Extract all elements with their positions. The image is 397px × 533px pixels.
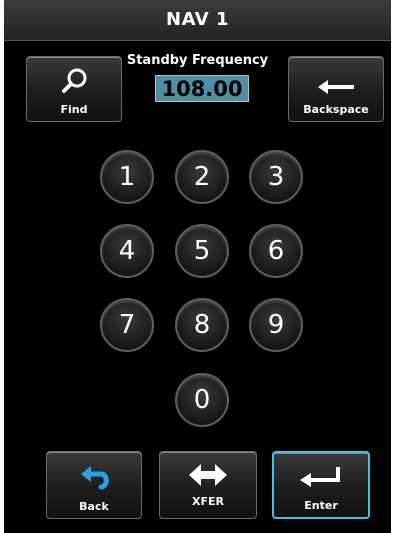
key-6[interactable]: 6: [249, 224, 303, 278]
backspace-button-label: Backspace: [303, 103, 369, 116]
page-title: NAV 1: [166, 9, 229, 30]
xfer-button[interactable]: XFER: [159, 451, 257, 519]
enter-button[interactable]: Enter: [272, 451, 370, 519]
key-7-label: 7: [118, 310, 136, 340]
arrow-left-icon: [318, 80, 354, 94]
key-1-label: 1: [118, 162, 136, 192]
key-1[interactable]: 1: [100, 150, 154, 204]
key-2-label: 2: [193, 162, 211, 192]
xfer-button-label: XFER: [192, 495, 224, 508]
backspace-button[interactable]: Backspace: [288, 56, 384, 122]
back-button[interactable]: Back: [46, 451, 142, 519]
standby-frequency-field[interactable]: 108.00: [155, 75, 249, 102]
find-button-label: Find: [60, 103, 88, 116]
key-3[interactable]: 3: [249, 150, 303, 204]
key-9[interactable]: 9: [249, 298, 303, 352]
key-9-label: 9: [267, 310, 285, 340]
enter-icon: [300, 467, 340, 487]
back-arrow-icon: [81, 466, 109, 490]
key-7[interactable]: 7: [100, 298, 154, 352]
key-8[interactable]: 8: [175, 298, 229, 352]
nav-screen: NAV 1 Find Standby Frequency 108.00 Back…: [4, 0, 391, 533]
key-3-label: 3: [267, 162, 285, 192]
key-8-label: 8: [193, 310, 211, 340]
enter-button-label: Enter: [304, 499, 338, 512]
key-2[interactable]: 2: [175, 150, 229, 204]
key-0[interactable]: 0: [175, 373, 229, 427]
key-6-label: 6: [267, 236, 285, 266]
title-bar: NAV 1: [4, 0, 391, 41]
key-0-label: 0: [193, 385, 211, 415]
key-4[interactable]: 4: [100, 224, 154, 278]
standby-frequency-value: 108.00: [161, 77, 243, 101]
back-button-label: Back: [79, 500, 109, 513]
search-icon: [62, 68, 87, 93]
swap-arrows-icon: [189, 464, 227, 486]
key-5-label: 5: [193, 236, 211, 266]
key-4-label: 4: [118, 236, 136, 266]
key-5[interactable]: 5: [175, 224, 229, 278]
